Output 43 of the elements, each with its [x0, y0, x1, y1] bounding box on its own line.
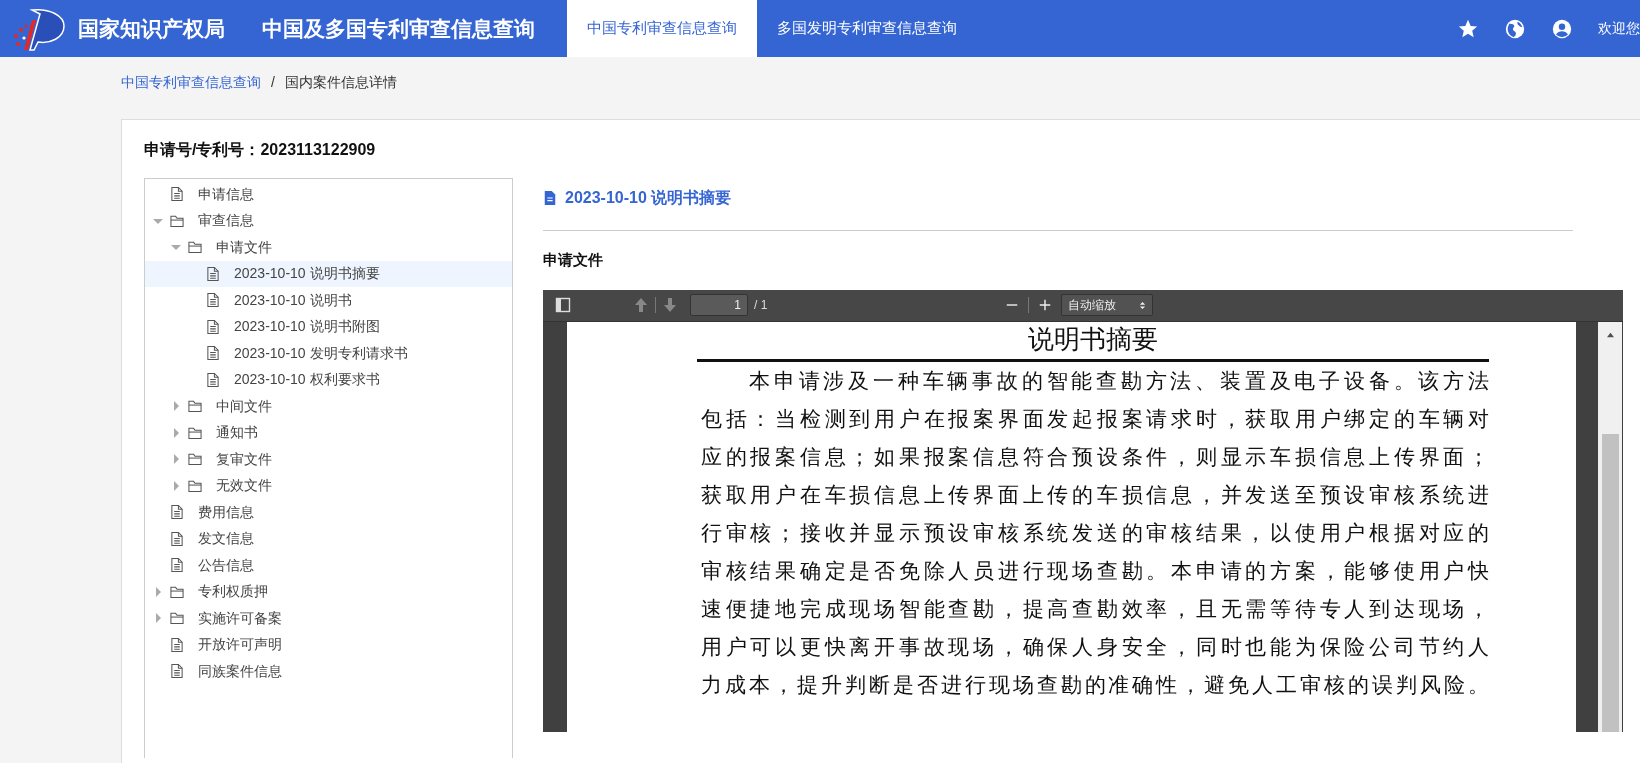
- tree-item[interactable]: 费用信息: [145, 499, 512, 526]
- tree-item[interactable]: 2023-10-10 说明书附图: [145, 313, 512, 340]
- document-text-line: 速便捷地完成现场智能查勘，提高查勘效率，且无需等待专人到达现场，: [701, 595, 1489, 623]
- document-title: 2023-10-10 说明书摘要: [565, 188, 732, 208]
- tree-item[interactable]: 2023-10-10 权利要求书: [145, 366, 512, 393]
- document-text-line: 获取用户在车损信息上传界面上传的车损信息，并发送至预设审核系统进: [701, 481, 1489, 509]
- document-text-line: 用户可以更快离开事故现场，确保人身安全，同时也能为保险公司节约人: [701, 633, 1489, 661]
- breadcrumb-current: 国内案件信息详情: [284, 74, 397, 90]
- tree-item[interactable]: 实施许可备案: [145, 605, 512, 632]
- case-number: 申请号/专利号：2023113122909: [144, 140, 377, 160]
- document-text-line: 审核结果确定是否免除人员进行现场查勘。本申请的方案，能够使用户快: [701, 557, 1489, 585]
- tree-item[interactable]: 2023-10-10 发明专利请求书: [145, 340, 512, 367]
- page-heading: 说明书摘要: [1027, 322, 1159, 356]
- tree-item[interactable]: 同族案件信息: [145, 658, 512, 685]
- section-title: 申请文件: [543, 250, 604, 270]
- tree-item[interactable]: 公告信息: [145, 552, 512, 579]
- breadcrumb-separator: /: [271, 74, 275, 90]
- app-title: 中国及多国专利审查信息查询: [262, 15, 535, 42]
- document-text-line: 本申请涉及一种车辆事故的智能查勘方法、装置及电子设备。该方法: [748, 367, 1489, 395]
- tree-item[interactable]: 2023-10-10 说明书摘要: [145, 260, 512, 287]
- document-text-line: 行审核；接收并显示预设审核系统发送的审核结果，以使用户根据对应的: [701, 519, 1489, 547]
- tree-item[interactable]: 无效文件: [145, 472, 512, 499]
- page-count: / 1: [754, 297, 768, 314]
- tree-item[interactable]: 中间文件: [145, 393, 512, 420]
- tree-item[interactable]: 2023-10-10 说明书: [145, 287, 512, 314]
- page-number-field[interactable]: 1: [690, 294, 748, 316]
- document-text-line: 力成本，提升判断是否进行现场查勘的准确性，避免人工审核的误判风险。: [701, 671, 1489, 699]
- tree-item[interactable]: 开放许可声明: [145, 631, 512, 658]
- tree-item[interactable]: 申请信息: [145, 181, 512, 208]
- document-text-line: 包括：当检测到用户在报案界面发起报案请求时，获取用户绑定的车辆对: [701, 405, 1489, 433]
- site-title: 国家知识产权局: [78, 15, 225, 42]
- document-text-line: 应的报案信息；如果报案信息符合预设条件，则显示车损信息上传界面；: [701, 443, 1489, 471]
- tree-item[interactable]: 发文信息: [145, 525, 512, 552]
- tree-item[interactable]: 专利权质押: [145, 578, 512, 605]
- tree-item[interactable]: 通知书: [145, 419, 512, 446]
- tree-item[interactable]: 审查信息: [145, 207, 512, 234]
- nav-tab[interactable]: 多国发明专利审查信息查询: [757, 0, 977, 57]
- nav-tab[interactable]: 中国专利审查信息查询: [567, 0, 757, 57]
- tree-item[interactable]: 复审文件: [145, 446, 512, 473]
- zoom-select[interactable]: 自动缩放: [1061, 294, 1154, 316]
- tree-item[interactable]: 申请文件: [145, 234, 512, 261]
- welcome-text: 欢迎您: [1598, 19, 1640, 38]
- breadcrumb-link[interactable]: 中国专利审查信息查询: [121, 74, 261, 90]
